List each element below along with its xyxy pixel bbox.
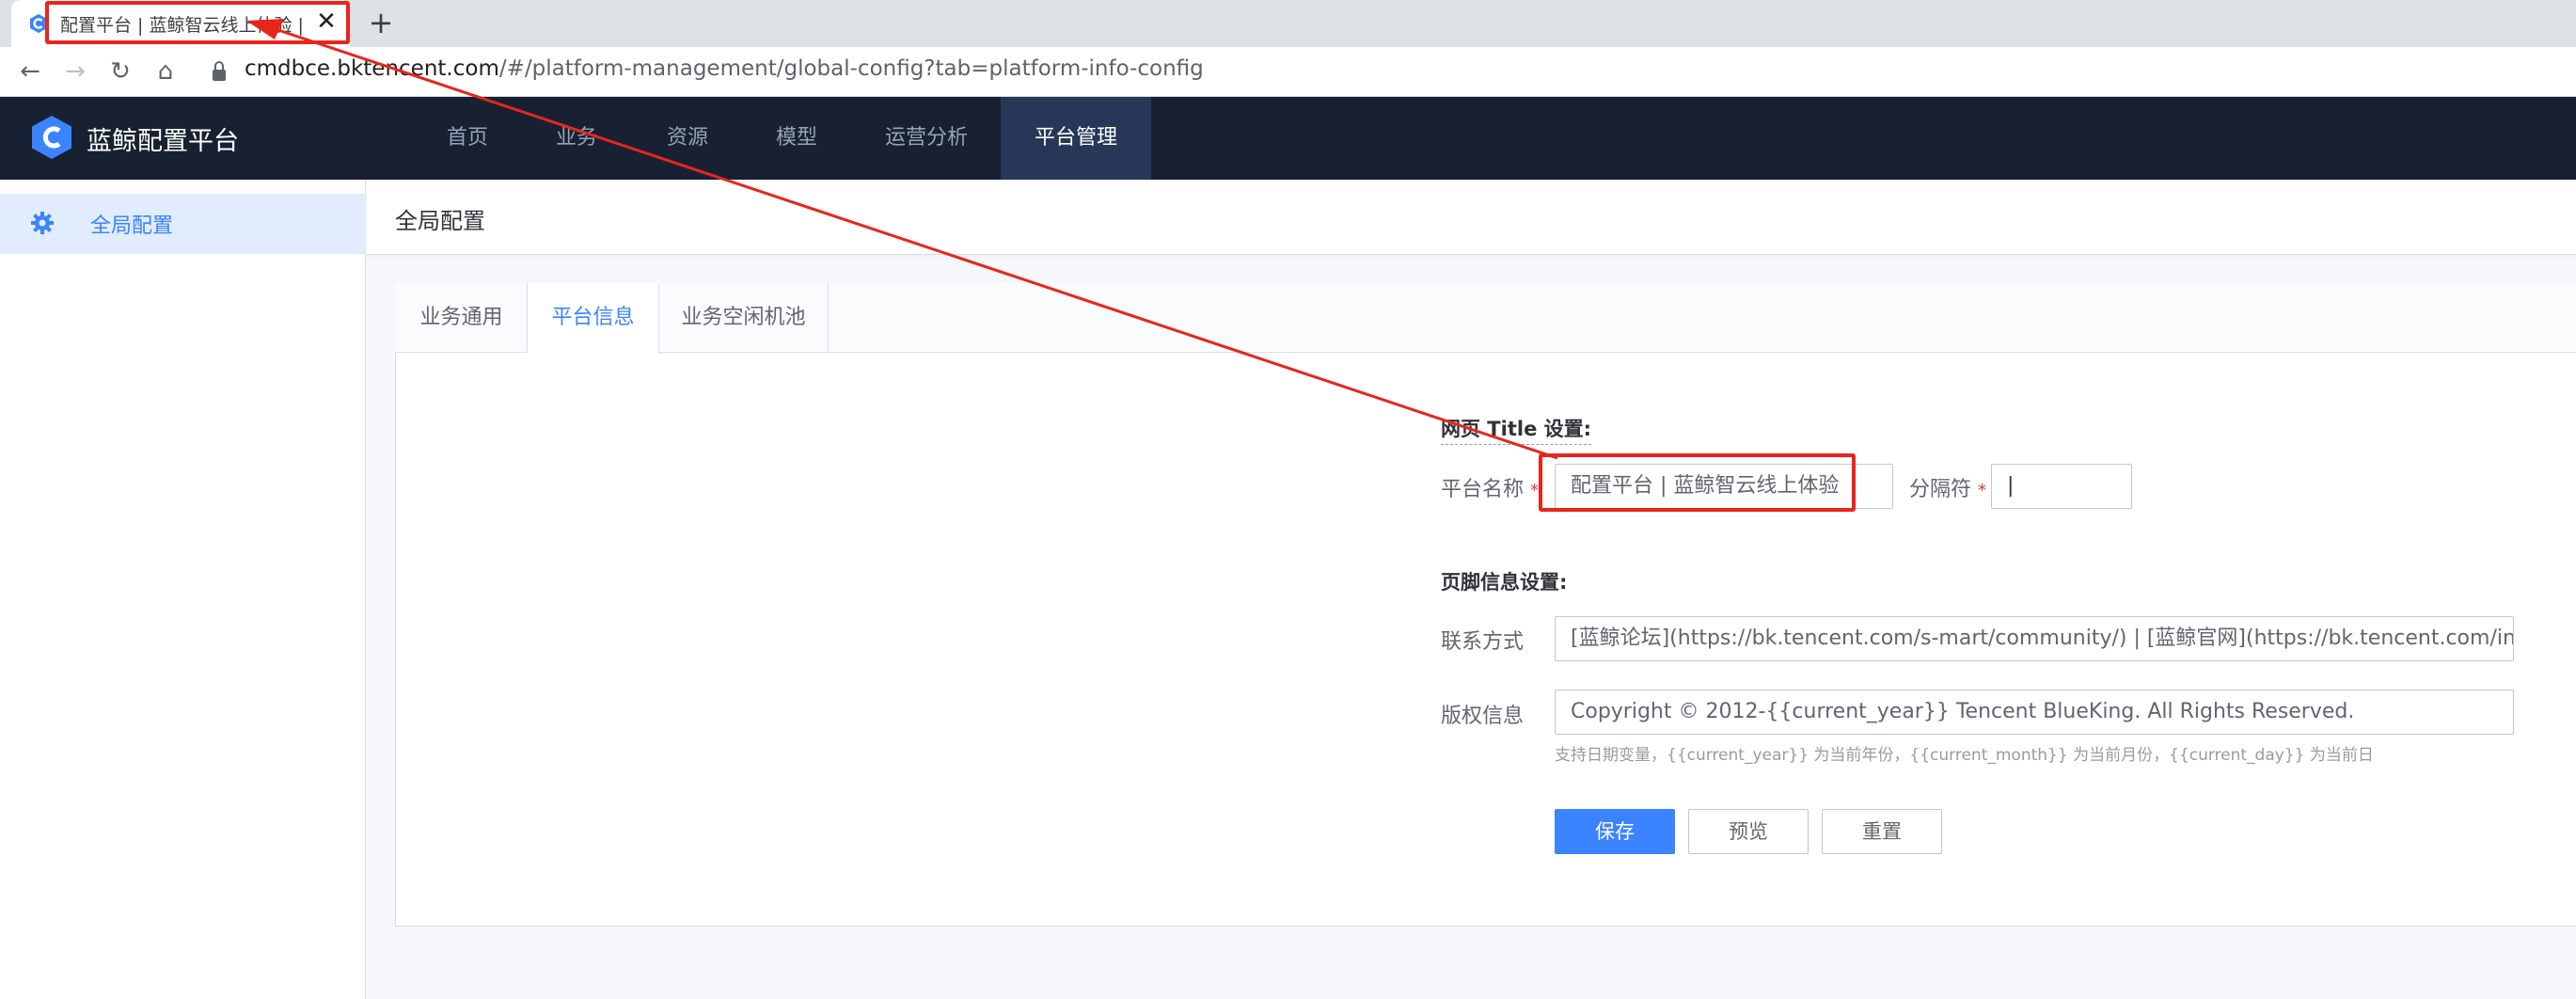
nav-item-model[interactable]: 模型 [764,97,830,180]
platform-name-label: 平台名称 * [1441,472,1539,502]
tab-business-general[interactable]: 业务通用 [396,283,528,353]
gear-icon [31,212,54,234]
copyright-label: 版权信息 [1441,705,1525,728]
cmdb-logo-icon [32,116,71,159]
lock-icon [213,61,226,81]
url-host: cmdb [245,56,306,81]
page-title-bar [367,180,2576,255]
url-path: /#/platform-management/global-config?tab… [498,56,1204,81]
contact-input[interactable]: [蓝鲸论坛](https://bk.tencent.com/s-mart/com… [1555,616,2514,661]
required-mark: * [1978,481,1987,500]
sidebar [0,180,366,999]
copyright-input[interactable]: Copyright © 2012-{{current_year}} Tencen… [1555,690,2514,735]
url-host-rest: ce.bktencent.com [305,56,499,81]
separator-label-text: 分隔符 [1909,478,1972,501]
title-settings-heading: 网页 Title 设置: [1441,414,1592,445]
tab-platform-info[interactable]: 平台信息 [528,283,659,354]
brand-title: 蓝鲸配置平台 [87,127,239,156]
nav-item-analysis[interactable]: 运营分析 [875,97,978,180]
required-mark: * [1530,481,1540,500]
back-button[interactable]: ← [13,55,47,88]
tab-idle-host-pool[interactable]: 业务空闲机池 [659,283,829,353]
app-header [0,97,2576,180]
reset-button[interactable]: 重置 [1822,809,1942,854]
platform-name-highlight-box [1539,453,1856,512]
nav-item-resource[interactable]: 资源 [655,97,720,180]
new-tab-button[interactable]: + [365,4,397,41]
config-panel [395,283,2576,927]
forward-button[interactable]: → [58,55,92,88]
footer-settings-heading: 页脚信息设置: [1441,571,1568,594]
separator-label: 分隔符 * [1909,472,1986,502]
sidebar-item-global-config[interactable] [0,194,366,254]
nav-item-home[interactable]: 首页 [435,97,500,180]
contact-label: 联系方式 [1441,630,1525,654]
nav-item-business[interactable]: 业务 [544,97,609,180]
tab-title-highlight-box [45,1,350,44]
url-field[interactable]: cmdbce.bktencent.com/#/platform-manageme… [245,56,1204,81]
save-button[interactable]: 保存 [1555,809,1675,854]
home-button[interactable]: ⌂ [149,55,182,88]
separator-input[interactable]: | [1991,464,2132,509]
nav-item-platform-management[interactable]: 平台管理 [1001,97,1151,180]
platform-name-label-text: 平台名称 [1441,478,1525,501]
date-variable-hint: 支持日期变量，{{current_year}} 为当前年份，{{current_… [1555,746,2374,765]
preview-button[interactable]: 预览 [1688,809,1809,854]
reload-button[interactable]: ↻ [103,55,137,88]
page-title: 全局配置 [395,208,485,234]
sidebar-item-label: 全局配置 [90,214,174,238]
